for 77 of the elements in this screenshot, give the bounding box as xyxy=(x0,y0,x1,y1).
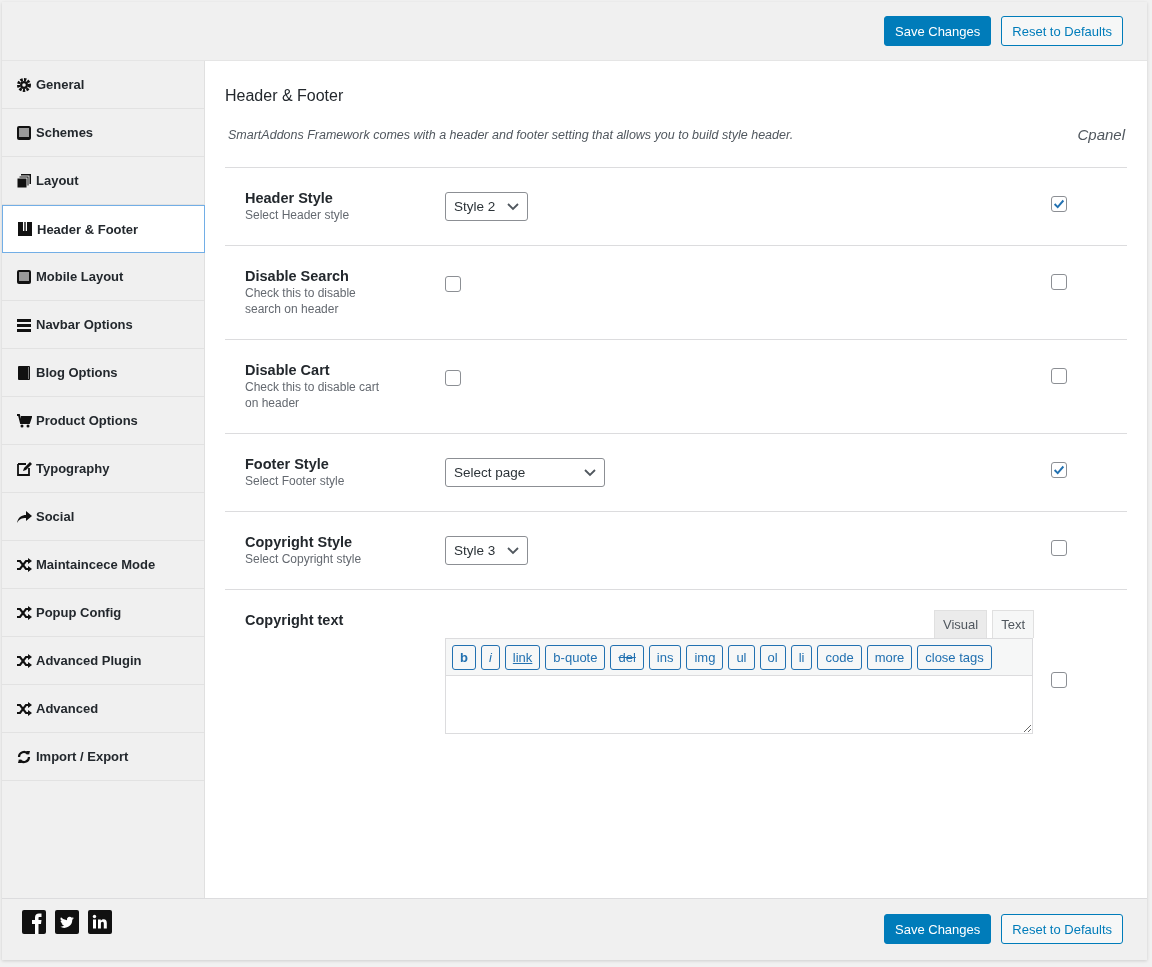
sidebar-item[interactable]: Advanced Plugin xyxy=(2,637,204,685)
format-button[interactable]: ins xyxy=(648,645,682,670)
option-title: Disable Cart xyxy=(245,362,331,378)
monitor-icon xyxy=(16,268,32,285)
gear-icon xyxy=(16,76,32,93)
option-title: Copyright Style xyxy=(245,534,354,550)
dropdown[interactable]: Select page xyxy=(445,458,605,487)
section-description: SmartAddons Framework comes with a header and footer setting that allows you to build style header. xyxy=(228,127,794,142)
option-description: Check this to disable search on header xyxy=(245,285,357,317)
sidebar-item[interactable]: General xyxy=(2,61,204,109)
checkbox[interactable] xyxy=(1051,368,1067,384)
sidebar-item[interactable]: Mobile Layout xyxy=(2,253,204,301)
save-button[interactable]: Save Changes xyxy=(884,914,992,944)
shuffle-icon xyxy=(16,556,32,573)
format-button[interactable]: ol xyxy=(759,645,786,670)
option-description: Select Header style xyxy=(245,207,351,223)
sidebar-item[interactable]: Product Options xyxy=(2,397,204,445)
shuffle-icon xyxy=(16,700,32,717)
option-title: Copyright text xyxy=(245,612,345,628)
format-button[interactable]: more xyxy=(866,645,913,670)
checkbox[interactable] xyxy=(445,276,461,292)
editor-tab[interactable]: Visual xyxy=(933,610,988,638)
shuffle-icon xyxy=(16,652,32,669)
option-description: Select Footer style xyxy=(245,473,346,489)
sidebar-item[interactable]: Header & Footer xyxy=(2,205,205,253)
edit-icon xyxy=(16,460,32,477)
sidebar-item[interactable]: Blog Options xyxy=(2,349,204,397)
format-button[interactable]: img xyxy=(686,645,724,670)
option-title: Header Style xyxy=(245,190,334,206)
checkbox[interactable] xyxy=(1051,540,1067,556)
sidebar-item[interactable]: Schemes xyxy=(2,109,204,157)
shuffle-icon xyxy=(16,604,32,621)
dropdown[interactable]: Style 2 xyxy=(445,192,529,221)
sidebar-item[interactable]: Advanced xyxy=(2,685,204,733)
sidebar-item[interactable]: Maintaincece Mode xyxy=(2,541,204,589)
bird-icon[interactable] xyxy=(55,910,79,934)
share-icon xyxy=(16,508,32,525)
format-button[interactable]: link xyxy=(504,645,541,670)
checkbox[interactable] xyxy=(1051,672,1067,688)
checkbox[interactable] xyxy=(445,370,461,386)
chevron-icon xyxy=(507,546,520,555)
format-button[interactable]: b xyxy=(452,645,476,670)
format-button[interactable]: li xyxy=(790,645,813,670)
sidebar-item[interactable]: Navbar Options xyxy=(2,301,204,349)
format-button[interactable]: del xyxy=(610,645,644,670)
format-button[interactable]: b-quote xyxy=(545,645,606,670)
sidebar-item[interactable]: Import / Export xyxy=(2,733,204,781)
option-title: Disable Search xyxy=(245,268,350,284)
chevron-icon xyxy=(584,468,596,477)
save-button[interactable]: Save Changes xyxy=(884,16,992,46)
facebook-icon[interactable] xyxy=(22,910,46,934)
linkedin-icon[interactable] xyxy=(88,910,112,934)
menu-icon xyxy=(16,316,32,333)
monitor-icon xyxy=(16,124,32,141)
format-button[interactable]: i xyxy=(480,645,500,670)
format-button[interactable]: ul xyxy=(728,645,755,670)
option-description: Check this to disable cart on header xyxy=(245,379,381,411)
editor-tab[interactable]: Text xyxy=(992,610,1034,638)
dropdown[interactable]: Style 3 xyxy=(445,536,529,565)
option-description: Select Copyright style xyxy=(245,551,363,567)
checkbox[interactable] xyxy=(1051,274,1067,290)
reset-button[interactable]: Reset to Defaults xyxy=(1001,16,1123,46)
section-title: Header & Footer xyxy=(225,87,345,105)
option-title: Footer Style xyxy=(245,456,330,472)
format-button[interactable]: close tags xyxy=(917,645,992,670)
sidebar-item[interactable]: Popup Config xyxy=(2,589,204,637)
stacked-squares-icon xyxy=(16,172,32,189)
format-button[interactable]: code xyxy=(817,645,862,670)
cart-icon xyxy=(16,412,32,429)
chevron-icon xyxy=(507,202,520,211)
checkbox[interactable] xyxy=(1051,462,1067,478)
sidebar-item[interactable]: Typography xyxy=(2,445,204,493)
refresh-icon xyxy=(16,748,32,765)
reset-button[interactable]: Reset to Defaults xyxy=(1001,914,1123,944)
sidebar-item[interactable]: Social xyxy=(2,493,204,541)
cpanel-label: Cpanel xyxy=(1077,126,1125,143)
checkbox[interactable] xyxy=(1051,196,1067,212)
